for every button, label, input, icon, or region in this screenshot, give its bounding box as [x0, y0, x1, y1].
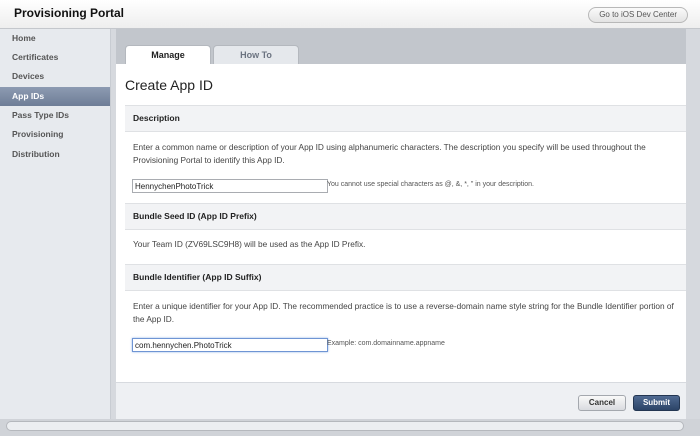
- sidebar-item-home[interactable]: Home: [0, 29, 110, 48]
- bundle-identifier-hint: Example: com.domainname.appname: [327, 340, 445, 347]
- app-title: Provisioning Portal: [14, 6, 125, 20]
- bundle-seed-text: Your Team ID (ZV69LSC9H8) will be used a…: [133, 239, 366, 249]
- dev-center-link-button[interactable]: Go to iOS Dev Center: [588, 7, 688, 23]
- bundle-seed-heading: Bundle Seed ID (App ID Prefix): [133, 211, 257, 221]
- description-input[interactable]: [132, 179, 328, 193]
- sidebar-item-distribution[interactable]: Distribution: [0, 145, 110, 164]
- form-footer: Cancel Submit: [116, 382, 686, 420]
- description-heading: Description: [133, 113, 180, 123]
- main-content: Manage How To Create App ID Description …: [116, 29, 686, 420]
- sidebar-item-certificates[interactable]: Certificates: [0, 48, 110, 67]
- horizontal-scrollbar[interactable]: [6, 421, 684, 431]
- description-instructions: Enter a common name or description of yo…: [133, 142, 646, 165]
- sidebar-item-devices[interactable]: Devices: [0, 67, 110, 86]
- tab-manage[interactable]: Manage: [125, 45, 211, 64]
- bundle-identifier-instructions: Enter a unique identifier for your App I…: [133, 301, 674, 324]
- bundle-identifier-section-header: Bundle Identifier (App ID Suffix): [125, 264, 686, 291]
- sidebar-item-app-ids[interactable]: App IDs: [0, 87, 110, 106]
- description-section-header: Description: [125, 105, 686, 132]
- sidebar: Home Certificates Devices App IDs Pass T…: [0, 29, 111, 419]
- sidebar-item-provisioning[interactable]: Provisioning: [0, 125, 110, 144]
- description-hint: You cannot use special characters as @, …: [327, 181, 534, 188]
- bundle-identifier-heading: Bundle Identifier (App ID Suffix): [133, 272, 262, 282]
- sidebar-item-pass-type-ids[interactable]: Pass Type IDs: [0, 106, 110, 125]
- top-bar: Provisioning Portal Go to iOS Dev Center: [0, 0, 700, 29]
- tab-strip: Manage How To: [116, 29, 686, 64]
- bundle-seed-section-header: Bundle Seed ID (App ID Prefix): [125, 203, 686, 230]
- bottom-bar: [0, 419, 700, 436]
- cancel-button[interactable]: Cancel: [578, 395, 626, 411]
- submit-button[interactable]: Submit: [633, 395, 680, 411]
- page-title: Create App ID: [125, 77, 213, 93]
- bundle-identifier-input[interactable]: [132, 338, 328, 352]
- tab-how-to[interactable]: How To: [213, 45, 299, 64]
